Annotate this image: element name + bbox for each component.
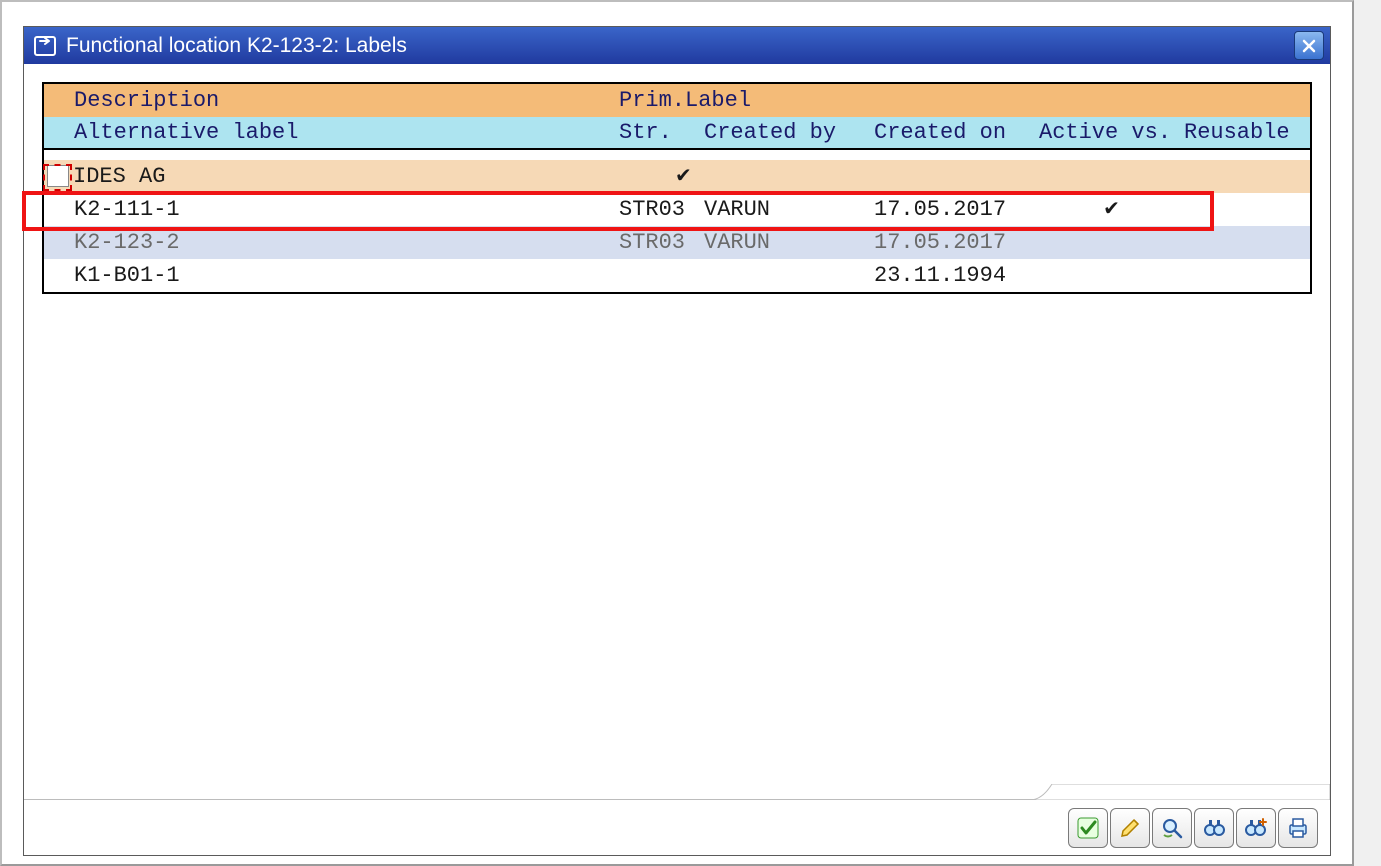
edit-button[interactable] bbox=[1110, 808, 1150, 848]
footer-notch bbox=[1030, 784, 1330, 800]
cell-str: STR03 bbox=[619, 230, 704, 255]
binoculars-plus-icon bbox=[1244, 816, 1268, 840]
cell-created-by: VARUN bbox=[704, 197, 874, 222]
cell-prim-check: ✔ bbox=[675, 163, 705, 189]
header-created-on: Created on bbox=[874, 120, 1039, 145]
find-next-button[interactable] bbox=[1236, 808, 1276, 848]
header-str: Str. bbox=[619, 120, 704, 145]
dialog-window: Functional location K2-123-2: Labels Des… bbox=[23, 26, 1331, 856]
binoculars-icon bbox=[1202, 816, 1226, 840]
ok-button[interactable] bbox=[1068, 808, 1108, 848]
check-icon: ✔ bbox=[675, 163, 692, 187]
table-row[interactable]: IDES AG ✔ bbox=[44, 160, 1310, 193]
cell-description: K2-123-2 bbox=[74, 230, 619, 255]
cell-str: STR03 bbox=[619, 197, 704, 222]
cell-active: ✔ bbox=[1039, 196, 1184, 222]
window-title: Functional location K2-123-2: Labels bbox=[66, 34, 1294, 58]
cell-created-on: 17.05.2017 bbox=[874, 230, 1039, 255]
close-button[interactable] bbox=[1294, 31, 1324, 60]
cell-created-by: VARUN bbox=[704, 230, 874, 255]
print-icon bbox=[1286, 816, 1310, 840]
titlebar[interactable]: Functional location K2-123-2: Labels bbox=[24, 27, 1330, 64]
header-alt-label: Alternative label bbox=[74, 120, 619, 145]
cell-description: K1-B01-1 bbox=[74, 263, 619, 288]
cell-description: IDES AG bbox=[73, 164, 590, 189]
close-icon bbox=[1302, 39, 1316, 53]
window-icon bbox=[34, 36, 56, 56]
magnifier-icon bbox=[1160, 816, 1184, 840]
toolbar bbox=[1068, 808, 1318, 848]
table-header-row2: Alternative label Str. Created by Create… bbox=[44, 117, 1310, 150]
cell-description: K2-111-1 bbox=[74, 197, 619, 222]
dialog-body: Description Prim.Label Alternative label… bbox=[24, 64, 1330, 799]
dialog-footer bbox=[24, 799, 1330, 855]
print-button[interactable] bbox=[1278, 808, 1318, 848]
header-active-vs: Active vs. bbox=[1039, 120, 1184, 145]
find-button[interactable] bbox=[1194, 808, 1234, 848]
header-prim-label-text: Prim.Label bbox=[619, 88, 751, 113]
table-row[interactable]: K2-123-2 STR03 VARUN 17.05.2017 bbox=[44, 226, 1310, 259]
find-replace-button[interactable] bbox=[1152, 808, 1192, 848]
cell-created-on: 17.05.2017 bbox=[874, 197, 1039, 222]
rows-container: IDES AG ✔ K2-111-1 STR03 VARUN 17.05. bbox=[44, 150, 1310, 292]
table-row[interactable]: K2-111-1 STR03 VARUN 17.05.2017 ✔ bbox=[44, 193, 1310, 226]
table-row[interactable]: K1-B01-1 23.11.1994 bbox=[44, 259, 1310, 292]
data-table: Description Prim.Label Alternative label… bbox=[42, 82, 1312, 294]
row-gap bbox=[44, 150, 1310, 160]
checkmark-icon bbox=[1076, 816, 1100, 840]
row-checkbox[interactable] bbox=[47, 165, 69, 187]
table-header-row1: Description Prim.Label bbox=[44, 84, 1310, 117]
header-reusable: Reusable bbox=[1184, 120, 1310, 145]
pencil-icon bbox=[1118, 816, 1142, 840]
cell-created-on: 23.11.1994 bbox=[874, 263, 1039, 288]
check-icon: ✔ bbox=[1103, 196, 1120, 220]
outer-frame: Functional location K2-123-2: Labels Des… bbox=[0, 0, 1354, 866]
header-prim-label: Prim.Label bbox=[619, 88, 1310, 113]
header-created-by: Created by bbox=[704, 120, 874, 145]
header-description: Description bbox=[74, 88, 619, 113]
